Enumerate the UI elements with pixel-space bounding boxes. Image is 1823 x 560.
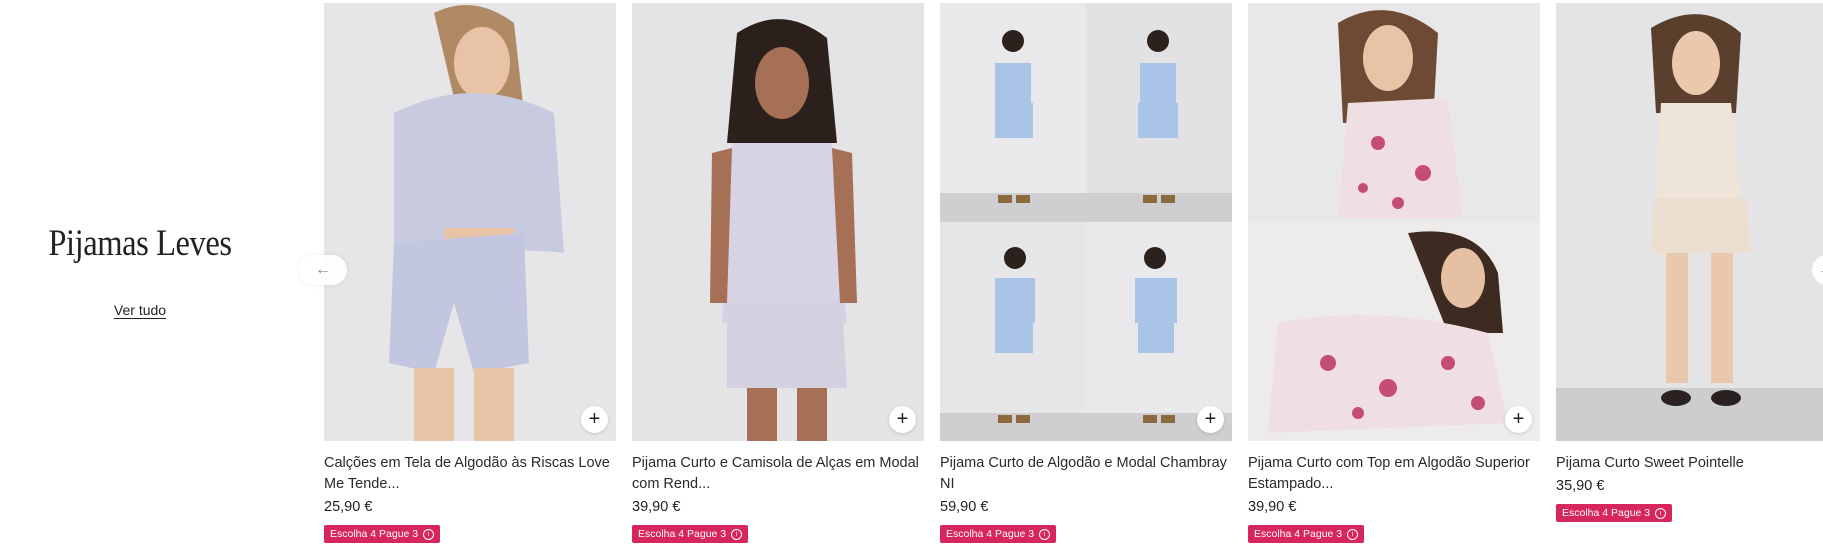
info-icon[interactable]: i bbox=[1347, 528, 1359, 540]
add-to-cart-button[interactable]: + bbox=[1505, 406, 1532, 433]
product-card[interactable]: Pijama Curto Sweet Pointelle 35,90 € Esc… bbox=[1556, 3, 1823, 522]
add-to-cart-button[interactable]: + bbox=[581, 406, 608, 433]
promo-label: Escolha 4 Pague 3 bbox=[946, 528, 1035, 540]
see-all-link[interactable]: Ver tudo bbox=[0, 302, 280, 318]
promo-badge[interactable]: Escolha 4 Pague 3 i bbox=[1248, 525, 1365, 543]
plus-icon: + bbox=[896, 407, 909, 430]
product-card[interactable]: + Pijama Curto e Camisola de Alças em Mo… bbox=[632, 3, 924, 543]
collection-sidebar: Pijamas Leves Ver tudo bbox=[0, 0, 290, 560]
product-name[interactable]: Calções em Tela de Algodão às Riscas Lov… bbox=[324, 453, 616, 495]
plus-icon: + bbox=[588, 407, 601, 430]
product-price: 39,90 € bbox=[632, 499, 681, 515]
carousel-prev-button[interactable]: ← bbox=[299, 255, 347, 285]
plus-icon: + bbox=[1512, 407, 1525, 430]
product-card[interactable]: + Pijama Curto com Top em Algodão Superi… bbox=[1248, 3, 1540, 543]
product-name[interactable]: Pijama Curto com Top em Algodão Superior… bbox=[1248, 453, 1540, 495]
add-to-cart-button[interactable]: + bbox=[1197, 406, 1224, 433]
promo-label: Escolha 4 Pague 3 bbox=[1562, 507, 1651, 519]
promo-label: Escolha 4 Pague 3 bbox=[638, 528, 727, 540]
product-price: 25,90 € bbox=[324, 499, 373, 515]
arrow-right-icon: → bbox=[1818, 261, 1823, 279]
product-name[interactable]: Pijama Curto Sweet Pointelle bbox=[1556, 453, 1823, 474]
promo-badge[interactable]: Escolha 4 Pague 3 i bbox=[324, 525, 441, 543]
product-card[interactable]: + Pijama Curto de Algodão e Modal Chambr… bbox=[940, 3, 1232, 543]
info-icon[interactable]: i bbox=[731, 528, 743, 540]
promo-label: Escolha 4 Pague 3 bbox=[330, 528, 419, 540]
product-image[interactable]: + bbox=[1248, 3, 1540, 441]
product-name[interactable]: Pijama Curto de Algodão e Modal Chambray… bbox=[940, 453, 1232, 495]
plus-icon: + bbox=[1204, 407, 1217, 430]
product-image[interactable]: + bbox=[324, 3, 616, 441]
product-price: 35,90 € bbox=[1556, 478, 1605, 494]
product-price: 39,90 € bbox=[1248, 499, 1297, 515]
info-icon[interactable]: i bbox=[1655, 507, 1667, 519]
add-to-cart-button[interactable]: + bbox=[889, 406, 916, 433]
product-card[interactable]: + Calções em Tela de Algodão às Riscas L… bbox=[324, 3, 616, 543]
product-name[interactable]: Pijama Curto e Camisola de Alças em Moda… bbox=[632, 453, 924, 495]
info-icon[interactable]: i bbox=[1039, 528, 1051, 540]
arrow-left-icon: ← bbox=[315, 261, 331, 278]
product-image[interactable] bbox=[1556, 3, 1823, 441]
product-image[interactable]: + bbox=[632, 3, 924, 441]
promo-badge[interactable]: Escolha 4 Pague 3 i bbox=[940, 525, 1057, 543]
promo-badge[interactable]: Escolha 4 Pague 3 i bbox=[1556, 504, 1673, 522]
promo-badge[interactable]: Escolha 4 Pague 3 i bbox=[632, 525, 749, 543]
product-price: 59,90 € bbox=[940, 499, 989, 515]
product-image[interactable]: + bbox=[940, 3, 1232, 441]
product-carousel[interactable]: + Calções em Tela de Algodão às Riscas L… bbox=[324, 3, 1823, 560]
section-title: Pijamas Leves bbox=[48, 223, 232, 264]
promo-label: Escolha 4 Pague 3 bbox=[1254, 528, 1343, 540]
info-icon[interactable]: i bbox=[423, 528, 435, 540]
